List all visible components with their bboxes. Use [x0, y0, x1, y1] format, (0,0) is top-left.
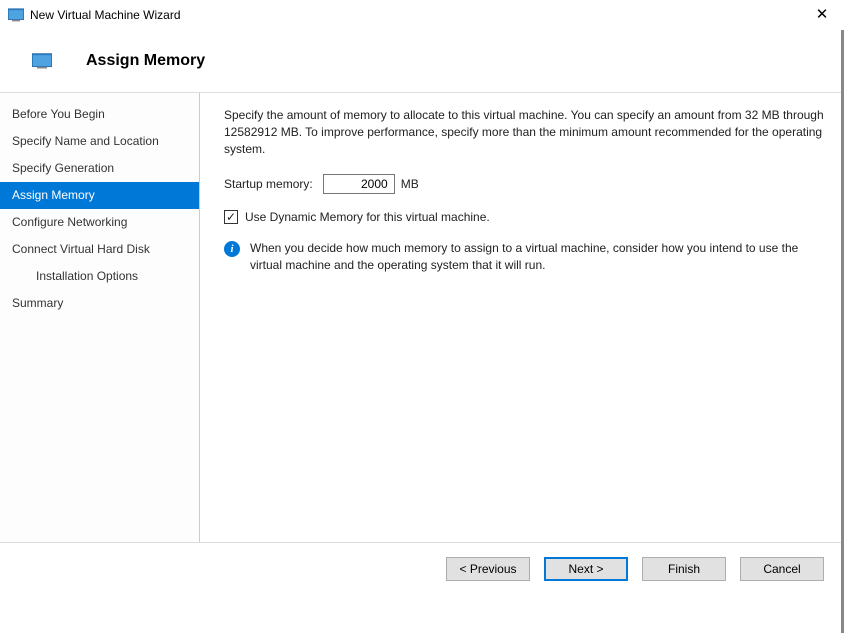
sidebar-item-summary[interactable]: Summary — [0, 290, 199, 317]
main-panel: Specify the amount of memory to allocate… — [200, 93, 844, 542]
dynamic-memory-checkbox[interactable]: ✓ — [224, 210, 238, 224]
titlebar: New Virtual Machine Wizard ✕ — [0, 0, 844, 30]
wizard-sidebar: Before You BeginSpecify Name and Locatio… — [0, 93, 200, 542]
sidebar-item-connect-virtual-hard-disk[interactable]: Connect Virtual Hard Disk — [0, 236, 199, 263]
vm-wizard-icon — [8, 8, 24, 22]
sidebar-item-specify-generation[interactable]: Specify Generation — [0, 155, 199, 182]
finish-button[interactable]: Finish — [642, 557, 726, 581]
window-title: New Virtual Machine Wizard — [30, 8, 808, 22]
startup-memory-row: Startup memory: MB — [224, 174, 824, 194]
close-button[interactable]: ✕ — [808, 0, 836, 30]
sidebar-item-specify-name-and-location[interactable]: Specify Name and Location — [0, 128, 199, 155]
startup-memory-label: Startup memory: — [224, 177, 313, 191]
description-text: Specify the amount of memory to allocate… — [224, 107, 824, 158]
content-area: Before You BeginSpecify Name and Locatio… — [0, 92, 844, 542]
footer: < Previous Next > Finish Cancel — [0, 542, 844, 595]
info-text: When you decide how much memory to assig… — [250, 240, 824, 274]
dynamic-memory-label: Use Dynamic Memory for this virtual mach… — [245, 210, 490, 224]
cancel-button[interactable]: Cancel — [740, 557, 824, 581]
sidebar-item-installation-options[interactable]: Installation Options — [0, 263, 199, 290]
info-icon: i — [224, 241, 240, 257]
page-title: Assign Memory — [86, 52, 205, 70]
sidebar-item-before-you-begin[interactable]: Before You Begin — [0, 101, 199, 128]
dynamic-memory-row: ✓ Use Dynamic Memory for this virtual ma… — [224, 210, 824, 224]
sidebar-item-assign-memory[interactable]: Assign Memory — [0, 182, 199, 209]
sidebar-item-configure-networking[interactable]: Configure Networking — [0, 209, 199, 236]
startup-memory-input[interactable] — [323, 174, 395, 194]
vm-header-icon — [32, 53, 52, 69]
info-row: i When you decide how much memory to ass… — [224, 240, 824, 274]
next-button[interactable]: Next > — [544, 557, 628, 581]
header-section: Assign Memory — [0, 30, 844, 92]
previous-button[interactable]: < Previous — [446, 557, 530, 581]
startup-memory-unit: MB — [401, 177, 419, 191]
